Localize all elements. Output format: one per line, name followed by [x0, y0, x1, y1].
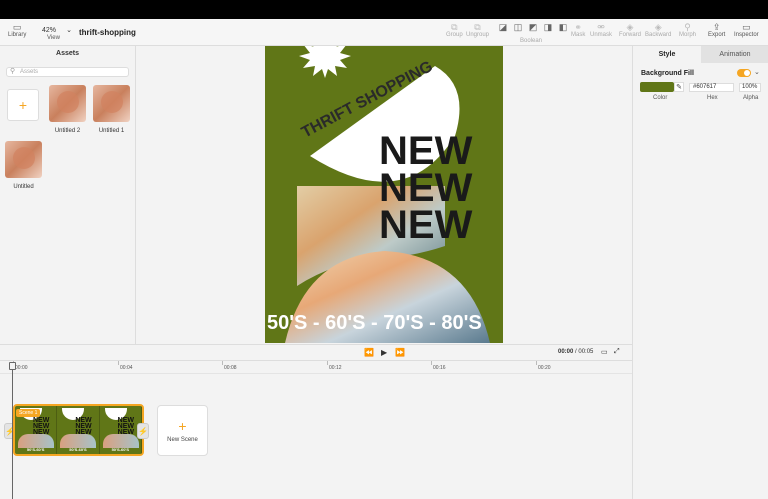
ruler-tick-label: 00:16: [433, 365, 446, 371]
group-icon: ⧉: [451, 21, 458, 32]
boolean-icons[interactable]: ◪ ◫ ◩ ◨ ◧: [497, 22, 569, 32]
headline-group: NEW NEW NEW: [379, 129, 473, 247]
export-icon: ⇪: [712, 21, 721, 32]
asset-item[interactable]: Untitled: [5, 141, 42, 190]
unmask-icon: ⚮: [597, 21, 605, 32]
playhead-handle[interactable]: [9, 362, 16, 370]
assets-title: Assets: [56, 50, 79, 57]
document-title: thrift-shopping: [79, 28, 136, 37]
fit-icon[interactable]: ▭: [601, 348, 608, 356]
add-asset-button[interactable]: +: [7, 89, 39, 121]
view-label: View: [47, 35, 60, 41]
asset-thumbnail: [49, 85, 86, 122]
scene-frame: NEW NEW NEW 50'S-60'S: [100, 406, 142, 454]
scene-badge: Scene 1: [16, 409, 41, 417]
zoom-value: 42%: [42, 26, 57, 34]
asset-thumbnail: [93, 85, 130, 122]
mask-icon: ⚭: [574, 21, 582, 32]
inspector-icon: ▭: [742, 21, 751, 32]
window-top-bar: [0, 0, 768, 19]
boolean-label: Boolean: [520, 38, 543, 44]
time-display: 00:00 / 00:05: [558, 349, 594, 355]
background-fill-toggle[interactable]: [737, 69, 751, 77]
morph-button[interactable]: ⚲ Morph: [679, 21, 696, 39]
transport-bar: ⏪ ▶ ⏩ 00:00 / 00:05 ▭ ⤢: [0, 344, 632, 360]
hex-field[interactable]: #607617: [689, 83, 734, 92]
color-label: Color: [653, 95, 668, 101]
alpha-label: Alpha: [743, 95, 759, 101]
play-icon[interactable]: ▶: [381, 348, 387, 357]
poster-graphic: THRIFT SHOPPING NEW NEW NEW 50'S - 60'S …: [267, 46, 490, 343]
decades-text: 50'S - 60'S - 70'S - 80'S: [267, 312, 482, 334]
transition-out-icon[interactable]: ⚡: [137, 423, 149, 439]
asset-item[interactable]: Untitled 2: [49, 85, 86, 134]
hex-label: Hex: [707, 95, 718, 101]
plus-icon: +: [18, 97, 28, 113]
tab-animation[interactable]: Animation: [701, 46, 768, 63]
scene-frame: NEW NEW NEW 50'S-60'S: [57, 406, 100, 454]
asset-thumbnail: [5, 141, 42, 178]
ruler-tick-label: 00:04: [120, 365, 133, 371]
expand-icon[interactable]: ⤢: [614, 348, 620, 356]
search-icon: ⚲: [10, 68, 16, 75]
sunburst-icon: [299, 46, 351, 78]
playhead-line: [12, 362, 13, 499]
tab-style[interactable]: Style: [633, 46, 701, 63]
headline-line-3: NEW: [379, 203, 473, 247]
timeline-ruler[interactable]: 00:00 00:04 00:08 00:12 00:16 00:20: [0, 360, 632, 374]
unmask-button[interactable]: ⚮ Unmask: [590, 21, 612, 39]
subtract-icon: ◫: [513, 21, 523, 32]
toolbar: ▭ Library 42% ⌄ View thrift-shopping ⧉ G…: [0, 19, 768, 46]
union-icon: ◪: [498, 21, 508, 32]
morph-icon: ⚲: [684, 21, 691, 32]
chevron-down-icon: ⌄: [66, 27, 72, 34]
chevron-down-icon[interactable]: ⌄: [754, 68, 760, 76]
backward-icon: ◈: [654, 21, 662, 32]
ungroup-button[interactable]: ⧉ Ungroup: [466, 21, 489, 39]
eyedropper-icon[interactable]: ✎: [674, 82, 684, 92]
group-button[interactable]: ⧉ Group: [446, 21, 463, 39]
rewind-icon[interactable]: ⏪: [364, 348, 374, 357]
export-button[interactable]: ⇪ Export: [708, 21, 725, 39]
forward-button[interactable]: ◈ Forward: [619, 21, 641, 39]
poster-artboard[interactable]: THRIFT SHOPPING NEW NEW NEW 50'S - 60'S …: [265, 46, 503, 343]
alpha-field[interactable]: 100%: [739, 83, 761, 92]
assets-panel: Assets ⚲ Assets + Untitled 2 Untitled 1 …: [0, 46, 136, 344]
ruler-tick-label: 00:08: [224, 365, 237, 371]
divide-icon: ◧: [558, 21, 568, 32]
zoom-select[interactable]: 42% ⌄: [34, 25, 72, 35]
mask-button[interactable]: ⚭ Mask: [571, 21, 585, 39]
color-swatch[interactable]: [640, 82, 674, 92]
canvas-area[interactable]: THRIFT SHOPPING NEW NEW NEW 50'S - 60'S …: [137, 46, 632, 344]
library-button[interactable]: ▭ Library: [8, 21, 26, 39]
assets-search-input[interactable]: ⚲ Assets: [6, 67, 129, 77]
asset-item[interactable]: Untitled 1: [93, 85, 130, 134]
forward-icon: ◈: [626, 21, 634, 32]
inspector-tabs: Style Animation: [633, 46, 768, 63]
background-fill-label: Background Fill: [641, 70, 694, 77]
inspector-button[interactable]: ▭ Inspector: [734, 21, 759, 39]
ungroup-icon: ⧉: [474, 21, 481, 32]
backward-button[interactable]: ◈ Backward: [645, 21, 671, 39]
sidebar-icon: ▭: [12, 21, 22, 32]
new-scene-button[interactable]: + New Scene: [157, 405, 208, 456]
ruler-tick-label: 00:20: [538, 365, 551, 371]
ruler-tick-label: 00:00: [15, 365, 28, 371]
inspector-panel: Style Animation Background Fill ⌄ ✎ #607…: [632, 46, 768, 499]
fast-forward-icon[interactable]: ⏩: [395, 348, 405, 357]
ruler-tick-label: 00:12: [329, 365, 342, 371]
intersect-icon: ◩: [528, 21, 538, 32]
exclude-icon: ◨: [543, 21, 553, 32]
plus-icon: +: [178, 417, 187, 434]
